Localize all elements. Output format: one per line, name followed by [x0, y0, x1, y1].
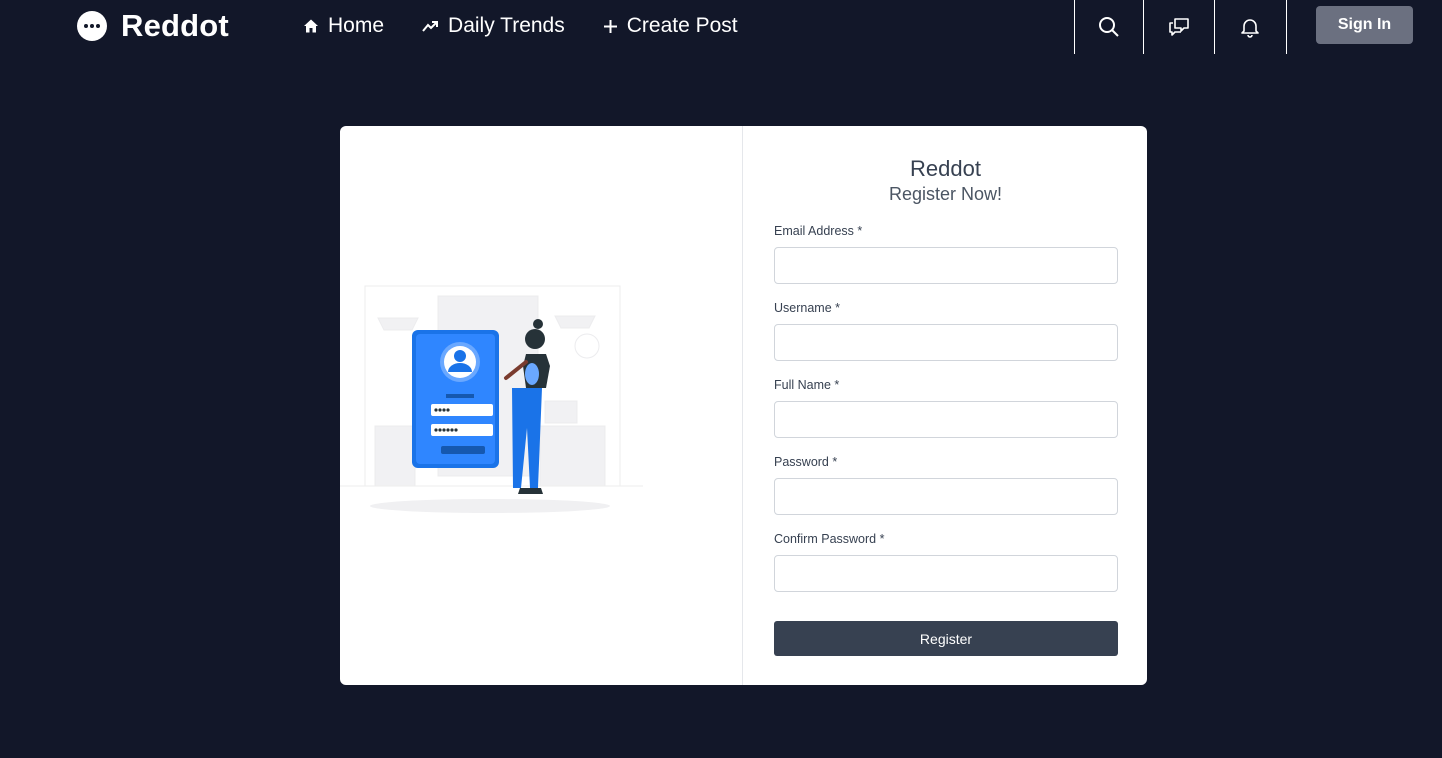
- search-icon: [1099, 17, 1119, 37]
- brand-name: Reddot: [121, 8, 229, 43]
- notifications-button[interactable]: [1215, 0, 1285, 54]
- illustration-panel: [340, 126, 743, 685]
- plus-icon: [603, 19, 617, 33]
- email-field[interactable]: [774, 247, 1118, 284]
- sign-in-button[interactable]: Sign In: [1316, 6, 1413, 44]
- username-field[interactable]: [774, 324, 1118, 361]
- email-label: Email Address *: [774, 224, 863, 238]
- chat-bubble-dots-icon: [77, 11, 107, 41]
- bell-icon: [1241, 19, 1259, 38]
- form-title: Reddot: [910, 156, 981, 181]
- nav-daily-trends-label: Daily Trends: [448, 14, 565, 37]
- username-label: Username *: [774, 301, 840, 315]
- nav-daily-trends-link[interactable]: Daily Trends: [422, 12, 565, 40]
- nav-create-post-link[interactable]: Create Post: [603, 12, 738, 40]
- confirm-password-label: Confirm Password *: [774, 532, 885, 546]
- nav-divider: [1286, 0, 1287, 54]
- nav-create-post-label: Create Post: [626, 14, 738, 37]
- confirm-password-field[interactable]: [774, 555, 1118, 592]
- nav-links: Home Daily Trends Create Post: [303, 12, 776, 40]
- nav-home-label: Home: [328, 14, 385, 37]
- nav-home-link[interactable]: Home: [303, 12, 384, 40]
- register-form-panel: Reddot Register Now! Email Address * Use…: [744, 126, 1147, 685]
- full-name-field[interactable]: [774, 401, 1118, 438]
- chat-icon: [1169, 18, 1189, 36]
- messages-button[interactable]: [1144, 0, 1214, 54]
- register-illustration: [340, 285, 643, 513]
- home-icon: [304, 19, 318, 33]
- password-label: Password *: [774, 455, 838, 469]
- brand[interactable]: Reddot: [77, 8, 229, 44]
- trending-up-icon: [422, 21, 439, 32]
- register-card: Reddot Register Now! Email Address * Use…: [340, 126, 1147, 685]
- full-name-label: Full Name *: [774, 378, 840, 392]
- register-button[interactable]: Register: [774, 621, 1118, 656]
- form-subtitle: Register Now!: [888, 184, 1003, 204]
- top-navbar: Reddot Home Daily Trends Create Post Sig…: [0, 0, 1442, 54]
- search-button[interactable]: [1074, 0, 1144, 54]
- password-field[interactable]: [774, 478, 1118, 515]
